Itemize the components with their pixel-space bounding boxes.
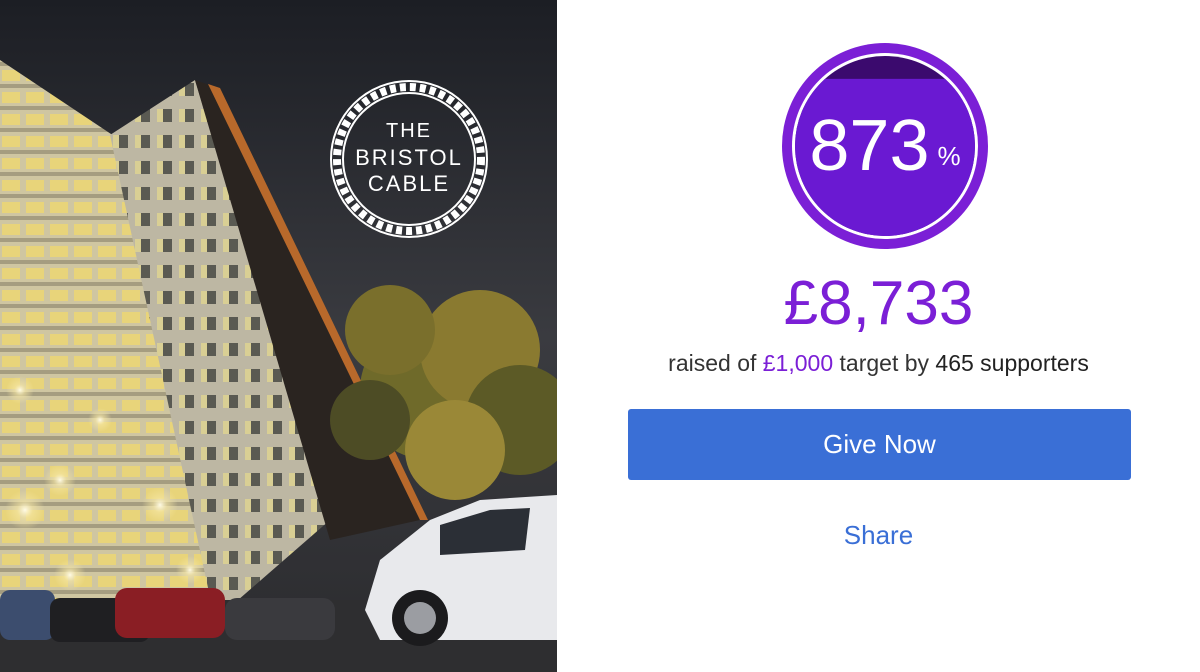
funding-panel: 873 % £8,733 raised of £1,000 target by …: [557, 0, 1200, 672]
campaign-hero-image: THE BRISTOL CABLE: [0, 0, 557, 672]
summary-prefix: raised of: [668, 350, 763, 376]
percent-value: 873: [809, 106, 930, 186]
logo-line-1: THE: [386, 120, 432, 142]
give-now-button[interactable]: Give Now: [628, 409, 1131, 480]
percent-label: 873 %: [781, 42, 989, 250]
raised-amount: £8,733: [783, 269, 974, 338]
share-link[interactable]: Share: [557, 520, 1200, 551]
supporters-count: 465 supporters: [935, 350, 1089, 376]
progress-circle: 873 %: [781, 42, 989, 250]
funding-summary: raised of £1,000 target by 465 supporter…: [557, 350, 1200, 377]
percent-symbol: %: [937, 140, 961, 171]
summary-middle: target by: [833, 350, 936, 376]
logo-line-3: CABLE: [368, 171, 450, 196]
bristol-cable-logo: THE BRISTOL CABLE: [330, 80, 488, 238]
logo-line-2: BRISTOL: [355, 145, 463, 170]
target-amount: £1,000: [762, 350, 834, 376]
